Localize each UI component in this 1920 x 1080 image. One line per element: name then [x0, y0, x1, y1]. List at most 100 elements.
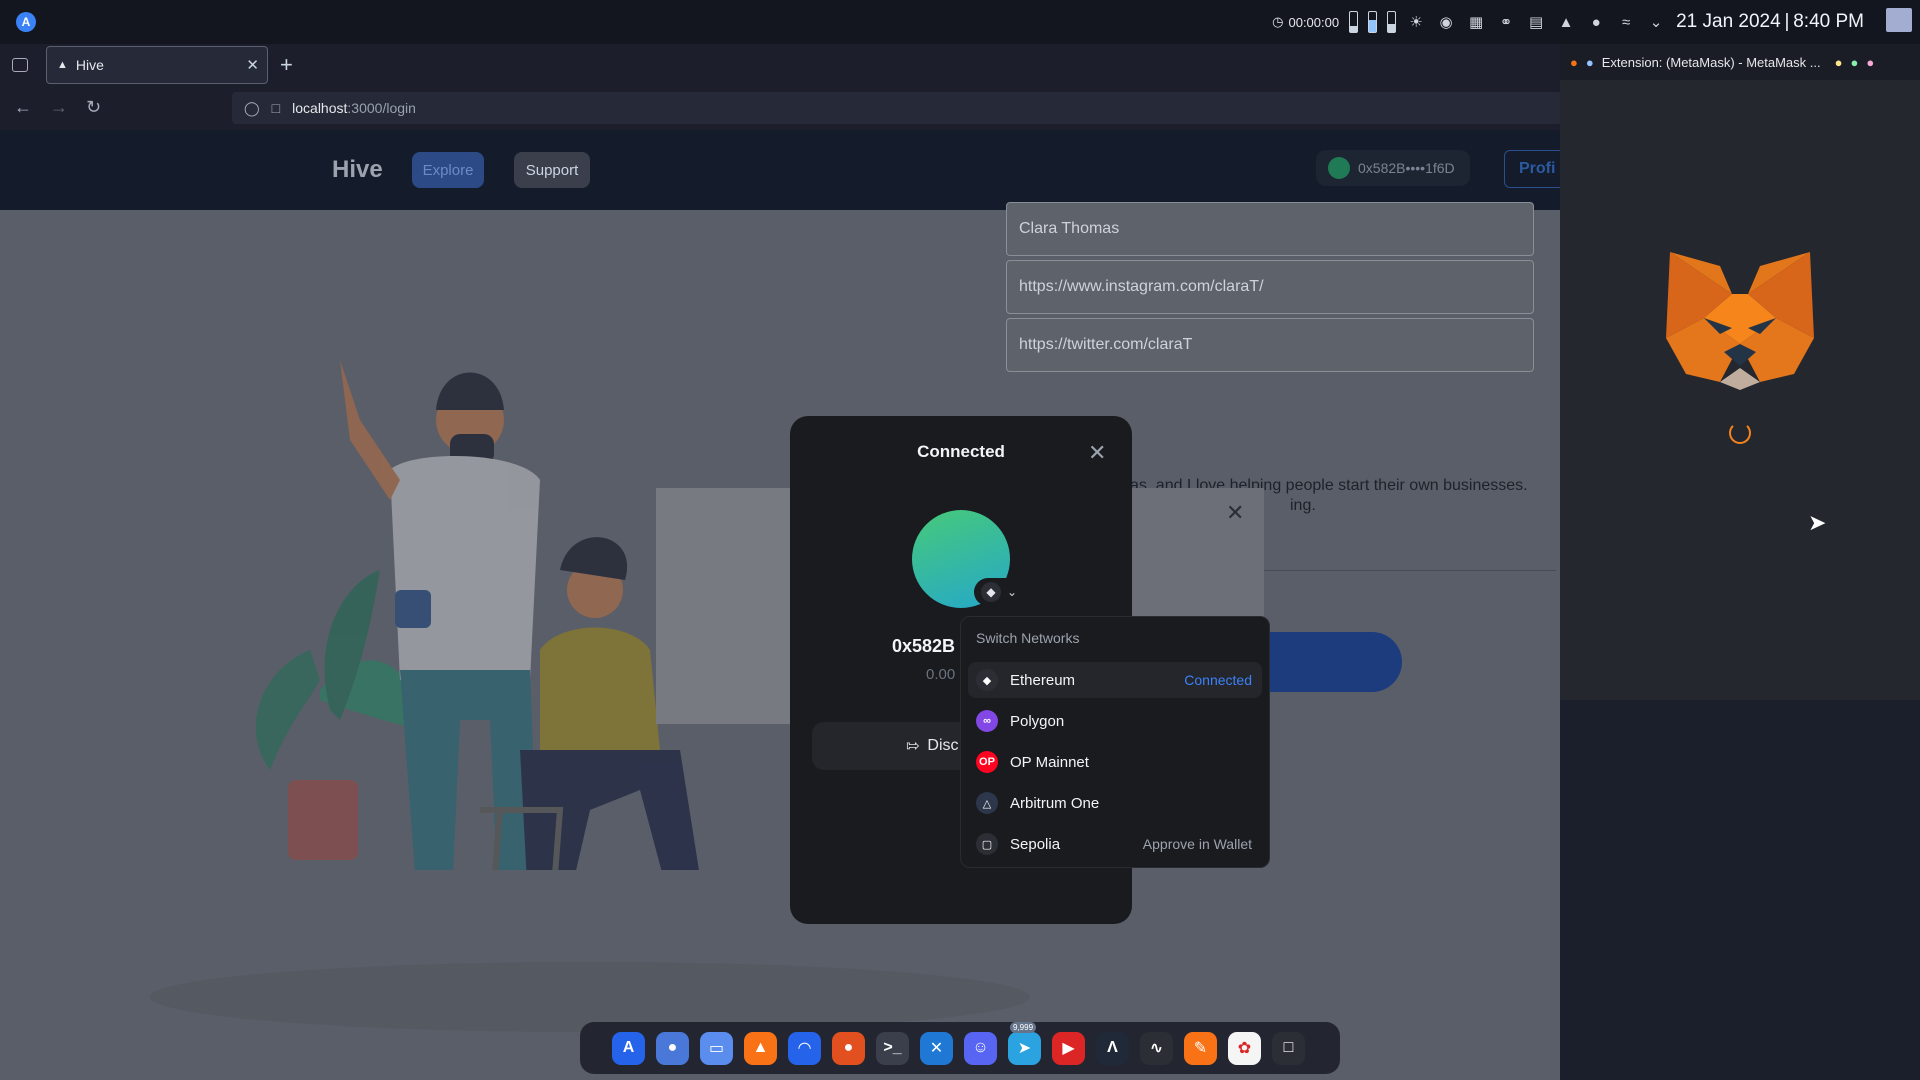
network-name: Polygon — [1010, 712, 1065, 730]
battery-icon — [1349, 11, 1359, 33]
battery-icon — [1368, 11, 1378, 33]
polygon-icon: ∞ — [976, 710, 998, 732]
network-item[interactable]: OP OP Mainnet — [968, 744, 1262, 780]
dock: A ● ▭ ▲ ◠ ● >_ ✕ ☺ ➤ 9,999 ▶ Λ ∿ ✎ ✿ □ — [580, 1021, 1340, 1074]
disconnect-label: Disc — [927, 737, 959, 754]
tab-list-icon[interactable] — [12, 58, 28, 72]
dock-discord-icon[interactable]: ☺ — [964, 1031, 997, 1065]
network-status: Approve in Wallet — [1142, 836, 1252, 852]
account-address: 0x582B — [892, 636, 956, 656]
metamask-titlebar: ● ● Extension: (MetaMask) - MetaMask ...… — [1560, 44, 1920, 80]
network-name: Ethereum — [1010, 671, 1076, 689]
system-tray: ◷ 00:00:00 ☀ ◉ ▦ ⚭ ▤ ▲ ● ≈ ⌄ 21 Jan 2024 … — [1272, 0, 1864, 44]
workspace-icon[interactable] — [1886, 8, 1912, 32]
explore-button[interactable]: Explore — [412, 152, 484, 188]
close-tab-icon[interactable]: ✕ — [246, 56, 259, 74]
instagram-field[interactable]: https://www.instagram.com/claraT/ — [1006, 260, 1534, 314]
dock-media-icon[interactable]: ▶ — [1052, 1031, 1085, 1065]
arbitrum-icon: △ — [976, 792, 998, 814]
timer[interactable]: ◷ 00:00:00 — [1272, 14, 1339, 30]
tab-favicon-icon: ▲ — [57, 59, 68, 71]
dock-photos-icon[interactable]: ✿ — [1228, 1031, 1261, 1065]
logout-icon: ⇰ — [906, 738, 920, 755]
network-item[interactable]: ▢ Sepolia Approve in Wallet — [968, 826, 1262, 862]
url-path: :3000/login — [347, 100, 416, 116]
notification-badge: 9,999 — [1010, 1021, 1037, 1033]
discord-icon[interactable]: ◉ — [1436, 12, 1456, 32]
network-item[interactable]: △ Arbitrum One — [968, 785, 1262, 821]
network-name: Sepolia — [1010, 835, 1061, 853]
tab-title: Hive — [75, 57, 104, 73]
wifi-icon[interactable]: ≈ — [1616, 12, 1636, 32]
url-text: localhost:3000/login — [292, 100, 416, 116]
name-field[interactable]: Clara Thomas — [1006, 202, 1534, 256]
mouse-cursor-icon: ➤ — [1808, 510, 1827, 535]
metamask-window-title: Extension: (MetaMask) - MetaMask ... — [1601, 54, 1821, 70]
back-icon[interactable]: ← — [14, 97, 32, 118]
wallet-avatar — [1328, 157, 1350, 179]
close-icon[interactable]: ✕ — [1088, 440, 1106, 466]
dock-vscode-icon[interactable]: ✕ — [920, 1031, 953, 1065]
new-tab-icon[interactable]: + — [280, 52, 293, 78]
switch-network-title: Switch Networks — [976, 630, 1080, 646]
dock-screen-icon[interactable]: □ — [1272, 1031, 1305, 1065]
dock-terminal-icon[interactable]: >_ — [876, 1031, 909, 1065]
close-window-icon[interactable]: ● — [1866, 55, 1874, 70]
twitter-field[interactable]: https://twitter.com/claraT — [1006, 318, 1534, 372]
wallet-account-button[interactable]: 0x582B••••1f6D — [1316, 150, 1470, 186]
network-switch-button[interactable]: ◆ ⌄ — [974, 578, 1024, 606]
reload-icon[interactable]: ↻ — [86, 97, 101, 118]
eth-icon: ◆ — [980, 582, 1001, 602]
wallet-address: 0x582B••••1f6D — [1358, 160, 1455, 176]
headset-icon[interactable]: ⚭ — [1496, 12, 1516, 32]
network-name: OP Mainnet — [1010, 753, 1089, 771]
brand-logo[interactable]: Hive — [332, 156, 383, 184]
volume-icon[interactable]: ▲ — [1556, 12, 1576, 32]
dock-pen-icon[interactable]: ✎ — [1184, 1031, 1217, 1065]
timer-text: 00:00:00 — [1288, 14, 1340, 30]
account-balance: 0.00 — [926, 666, 956, 683]
dock-settings-icon[interactable]: ● — [656, 1031, 689, 1065]
firefox-icon: ● — [1570, 54, 1578, 70]
os-logo-icon[interactable]: A — [16, 12, 36, 32]
dock-brave-icon[interactable]: ▲ — [744, 1031, 777, 1065]
network-item[interactable]: ∞ Polygon — [968, 703, 1262, 739]
dock-firefox-icon[interactable]: ● — [832, 1031, 865, 1065]
dock-telegram-icon[interactable]: ➤ 9,999 — [1008, 1021, 1041, 1065]
background-modal-panel — [656, 488, 792, 724]
close-icon[interactable]: ✕ — [1226, 500, 1244, 526]
support-button[interactable]: Support — [514, 152, 590, 188]
network-item[interactable]: ◆ Ethereum Connected — [968, 662, 1262, 698]
mic-icon[interactable]: ● — [1586, 12, 1606, 32]
sepolia-icon: ▢ — [976, 833, 998, 855]
network-status: Connected — [1184, 672, 1252, 688]
profile-button[interactable]: Profi — [1504, 150, 1560, 188]
dock-files-icon[interactable]: ▭ — [700, 1031, 733, 1065]
maximize-icon[interactable]: ● — [1850, 55, 1858, 70]
tab-hive[interactable]: ▲ Hive ✕ — [46, 46, 268, 84]
app-icon[interactable]: ▦ — [1466, 12, 1486, 32]
notification-icon[interactable]: ☀ — [1406, 12, 1426, 32]
extension-icon: ● — [1585, 54, 1594, 70]
dock-ide-icon[interactable]: Λ — [1096, 1031, 1129, 1065]
loading-spinner — [1729, 422, 1751, 444]
network-name: Arbitrum One — [1010, 794, 1100, 812]
forward-icon[interactable]: → — [50, 97, 68, 118]
timer-icon: ◷ — [1272, 14, 1284, 29]
url-host: localhost — [292, 100, 348, 116]
page-icon: □ — [271, 100, 281, 116]
dock-launcher-icon[interactable]: A — [612, 1031, 645, 1065]
dock-mail-icon[interactable]: ◠ — [788, 1031, 821, 1065]
chevron-down-icon[interactable]: ⌄ — [1646, 12, 1666, 32]
metamask-fox-logo — [1666, 252, 1814, 390]
web-page: Hive Explore Support 0x582B••••1f6D Prof… — [0, 130, 1560, 1080]
url-bar[interactable]: ◯ □ localhost:3000/login — [232, 92, 1562, 124]
chevron-down-icon: ⌄ — [1006, 585, 1018, 599]
minimize-icon[interactable]: ● — [1835, 55, 1843, 70]
clipboard-icon[interactable]: ▤ — [1526, 12, 1546, 32]
clock[interactable]: 21 Jan 2024 | 8:40 PM — [1676, 11, 1864, 33]
dock-tool-icon[interactable]: ∿ — [1140, 1031, 1173, 1065]
op-icon: OP — [976, 751, 998, 773]
modal-title: Connected — [917, 442, 1005, 461]
shield-icon[interactable]: ◯ — [244, 100, 260, 117]
